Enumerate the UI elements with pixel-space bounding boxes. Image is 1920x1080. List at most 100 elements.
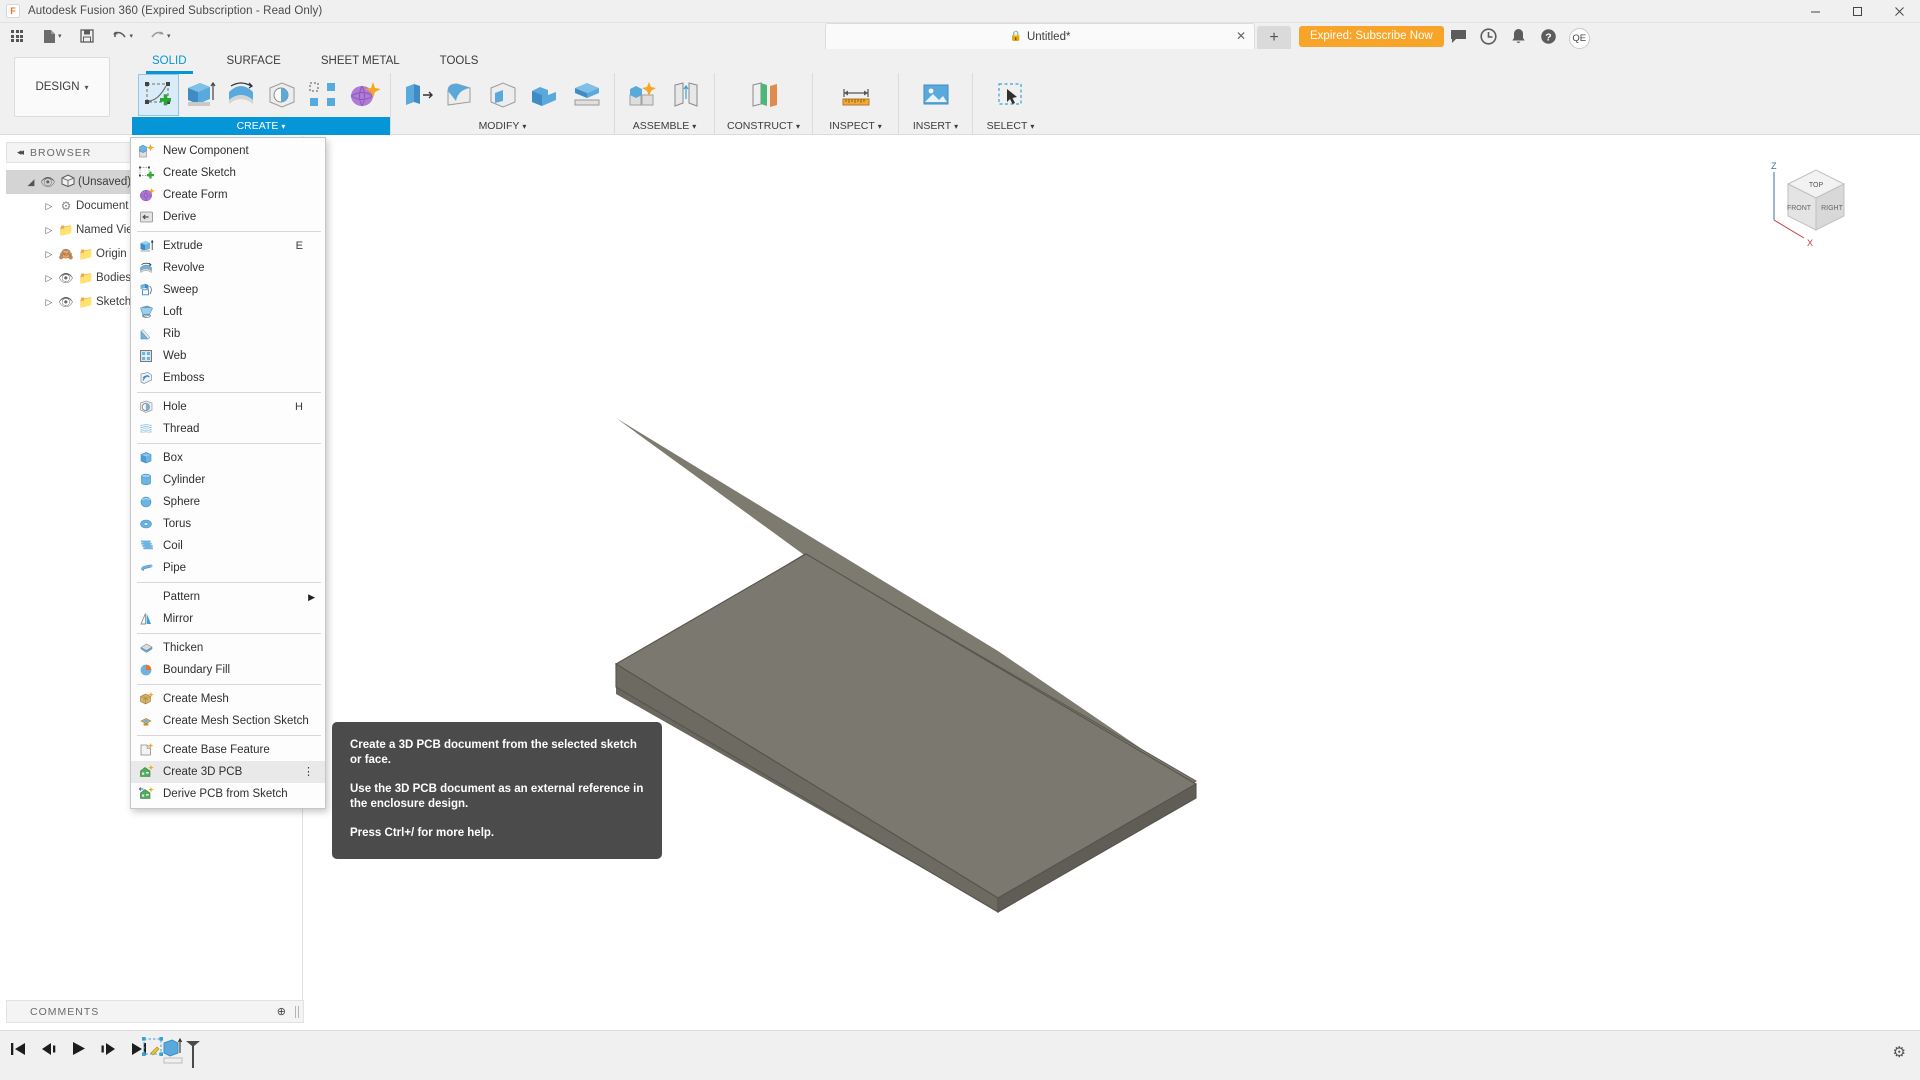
app-grid-icon[interactable] xyxy=(7,23,27,49)
panel-inspect-label[interactable]: INSPECT ▾ xyxy=(813,117,898,135)
boundary-fill-icon xyxy=(137,662,157,678)
create-form-icon[interactable] xyxy=(343,74,384,116)
close-button[interactable] xyxy=(1878,0,1920,23)
expand-arrow-icon[interactable]: ▷ xyxy=(42,297,56,308)
menu-item-box[interactable]: Box xyxy=(131,447,325,469)
extrude-icon[interactable] xyxy=(179,74,220,116)
pattern-icon[interactable] xyxy=(302,74,343,116)
panel-select-label[interactable]: SELECT ▾ xyxy=(973,117,1048,135)
new-component-icon[interactable] xyxy=(621,74,665,116)
menu-item-create-base-feature[interactable]: Create Base Feature xyxy=(131,739,325,761)
help-icon[interactable]: ? xyxy=(1534,23,1564,49)
comments-panel[interactable]: ◂◂ COMMENTS ⊕ xyxy=(6,1000,304,1023)
menu-item-pattern[interactable]: Pattern▶ xyxy=(131,586,325,608)
visibility-icon[interactable]: 🙈 xyxy=(56,247,76,261)
menu-item-sphere[interactable]: Sphere xyxy=(131,491,325,513)
panel-construct-label[interactable]: CONSTRUCT ▾ xyxy=(715,117,812,135)
menu-item-derive-pcb-from-sketch[interactable]: Derive PCB from Sketch xyxy=(131,783,325,805)
chat-icon[interactable] xyxy=(1444,23,1474,49)
menu-item-create-sketch[interactable]: Create Sketch xyxy=(131,162,325,184)
menu-item-coil[interactable]: Coil xyxy=(131,535,325,557)
menu-item-torus[interactable]: Torus xyxy=(131,513,325,535)
view-cube[interactable]: TOP FRONT RIGHT Z X xyxy=(1752,154,1872,269)
visibility-icon[interactable]: 👁 xyxy=(56,295,76,309)
fillet-icon[interactable] xyxy=(439,74,481,116)
overflow-menu-icon[interactable]: ⋮ xyxy=(303,768,314,776)
menu-item-pipe[interactable]: Pipe xyxy=(131,557,325,579)
add-comment-icon[interactable]: ⊕ xyxy=(277,1005,287,1018)
tab-surface[interactable]: SURFACE xyxy=(207,49,301,74)
subscribe-button[interactable]: Expired: Subscribe Now xyxy=(1299,26,1444,47)
maximize-button[interactable] xyxy=(1836,0,1878,23)
visibility-icon[interactable]: 👁 xyxy=(56,271,76,285)
press-pull-icon[interactable] xyxy=(397,74,439,116)
minimize-button[interactable] xyxy=(1794,0,1836,23)
menu-item-thread[interactable]: Thread xyxy=(131,418,325,440)
undo-icon[interactable]: ▾ xyxy=(108,23,138,49)
menu-item-thicken[interactable]: Thicken xyxy=(131,637,325,659)
menu-item-loft[interactable]: Loft xyxy=(131,301,325,323)
collapse-icon[interactable]: ◂◂ xyxy=(17,147,22,158)
insert-image-icon[interactable] xyxy=(914,74,958,116)
panel-insert-label[interactable]: INSERT ▾ xyxy=(899,117,972,135)
go-to-start-button[interactable] xyxy=(10,1042,26,1059)
menu-item-derive[interactable]: Derive xyxy=(131,206,325,228)
hole-icon[interactable] xyxy=(261,74,302,116)
menu-item-mirror[interactable]: Mirror xyxy=(131,608,325,630)
expand-arrow-icon[interactable]: ▷ xyxy=(42,249,56,260)
tab-sheet-metal[interactable]: SHEET METAL xyxy=(301,49,420,74)
menu-item-create-3d-pcb[interactable]: Create 3D PCB⋮ xyxy=(131,761,325,783)
menu-item-create-form[interactable]: Create Form xyxy=(131,184,325,206)
select-icon[interactable] xyxy=(989,74,1033,116)
panel-assemble-label[interactable]: ASSEMBLE ▾ xyxy=(615,117,714,135)
save-icon[interactable] xyxy=(76,23,98,49)
joint-icon[interactable] xyxy=(665,74,709,116)
shell-icon[interactable] xyxy=(481,74,523,116)
redo-icon[interactable]: ▾ xyxy=(145,23,175,49)
close-icon[interactable]: ✕ xyxy=(1236,29,1246,43)
create-sketch-icon[interactable] xyxy=(138,74,179,116)
offset-plane-icon[interactable] xyxy=(742,74,786,116)
new-file-icon[interactable]: ▾ xyxy=(39,23,66,49)
panel-modify: MODIFY ▾ xyxy=(390,73,614,135)
menu-item-boundary-fill[interactable]: Boundary Fill xyxy=(131,659,325,681)
new-tab-button[interactable]: + xyxy=(1257,26,1291,49)
menu-item-new-component[interactable]: New Component xyxy=(131,140,325,162)
menu-item-rib[interactable]: Rib xyxy=(131,323,325,345)
timeline-features[interactable] xyxy=(142,1037,188,1071)
create-dropdown-menu[interactable]: New ComponentCreate SketchCreate FormDer… xyxy=(130,137,326,809)
step-forward-button[interactable] xyxy=(100,1042,117,1059)
submenu-arrow-icon[interactable]: ▶ xyxy=(308,592,315,603)
revolve-icon[interactable] xyxy=(220,74,261,116)
play-button[interactable] xyxy=(71,1041,86,1059)
offset-face-icon[interactable] xyxy=(566,74,608,116)
menu-item-sweep[interactable]: Sweep xyxy=(131,279,325,301)
expand-arrow-icon[interactable]: ▷ xyxy=(42,273,56,284)
menu-item-create-mesh-section-sketch[interactable]: Create Mesh Section Sketch xyxy=(131,710,325,732)
avatar[interactable]: QE xyxy=(1569,28,1590,49)
expand-arrow-icon[interactable]: ▷ xyxy=(42,201,56,212)
timeline-settings-icon[interactable]: ⚙ xyxy=(1893,1043,1906,1061)
measure-icon[interactable] xyxy=(834,74,878,116)
menu-item-web[interactable]: Web xyxy=(131,345,325,367)
document-tab[interactable]: 🔒 Untitled* ✕ xyxy=(825,23,1255,49)
menu-item-cylinder[interactable]: Cylinder xyxy=(131,469,325,491)
expand-arrow-icon[interactable]: ◢ xyxy=(24,177,38,188)
menu-item-create-mesh[interactable]: Create Mesh xyxy=(131,688,325,710)
menu-item-hole[interactable]: HoleH xyxy=(131,396,325,418)
menu-item-revolve[interactable]: Revolve xyxy=(131,257,325,279)
visibility-icon[interactable]: 👁 xyxy=(38,175,58,189)
bell-icon[interactable] xyxy=(1504,23,1534,49)
expand-arrow-icon[interactable]: ▷ xyxy=(42,225,56,236)
resize-grip[interactable] xyxy=(295,1006,299,1018)
menu-item-emboss[interactable]: Emboss xyxy=(131,367,325,389)
combine-icon[interactable] xyxy=(524,74,566,116)
menu-item-extrude[interactable]: ExtrudeE xyxy=(131,235,325,257)
step-back-button[interactable] xyxy=(40,1042,57,1059)
tab-tools[interactable]: TOOLS xyxy=(420,49,499,74)
clock-icon[interactable] xyxy=(1474,23,1504,49)
tab-solid[interactable]: SOLID xyxy=(132,49,207,74)
panel-create-label[interactable]: CREATE ▾ xyxy=(132,117,390,135)
workspace-switcher[interactable]: DESIGN ▾ xyxy=(14,57,110,117)
panel-modify-label[interactable]: MODIFY ▾ xyxy=(391,117,614,135)
